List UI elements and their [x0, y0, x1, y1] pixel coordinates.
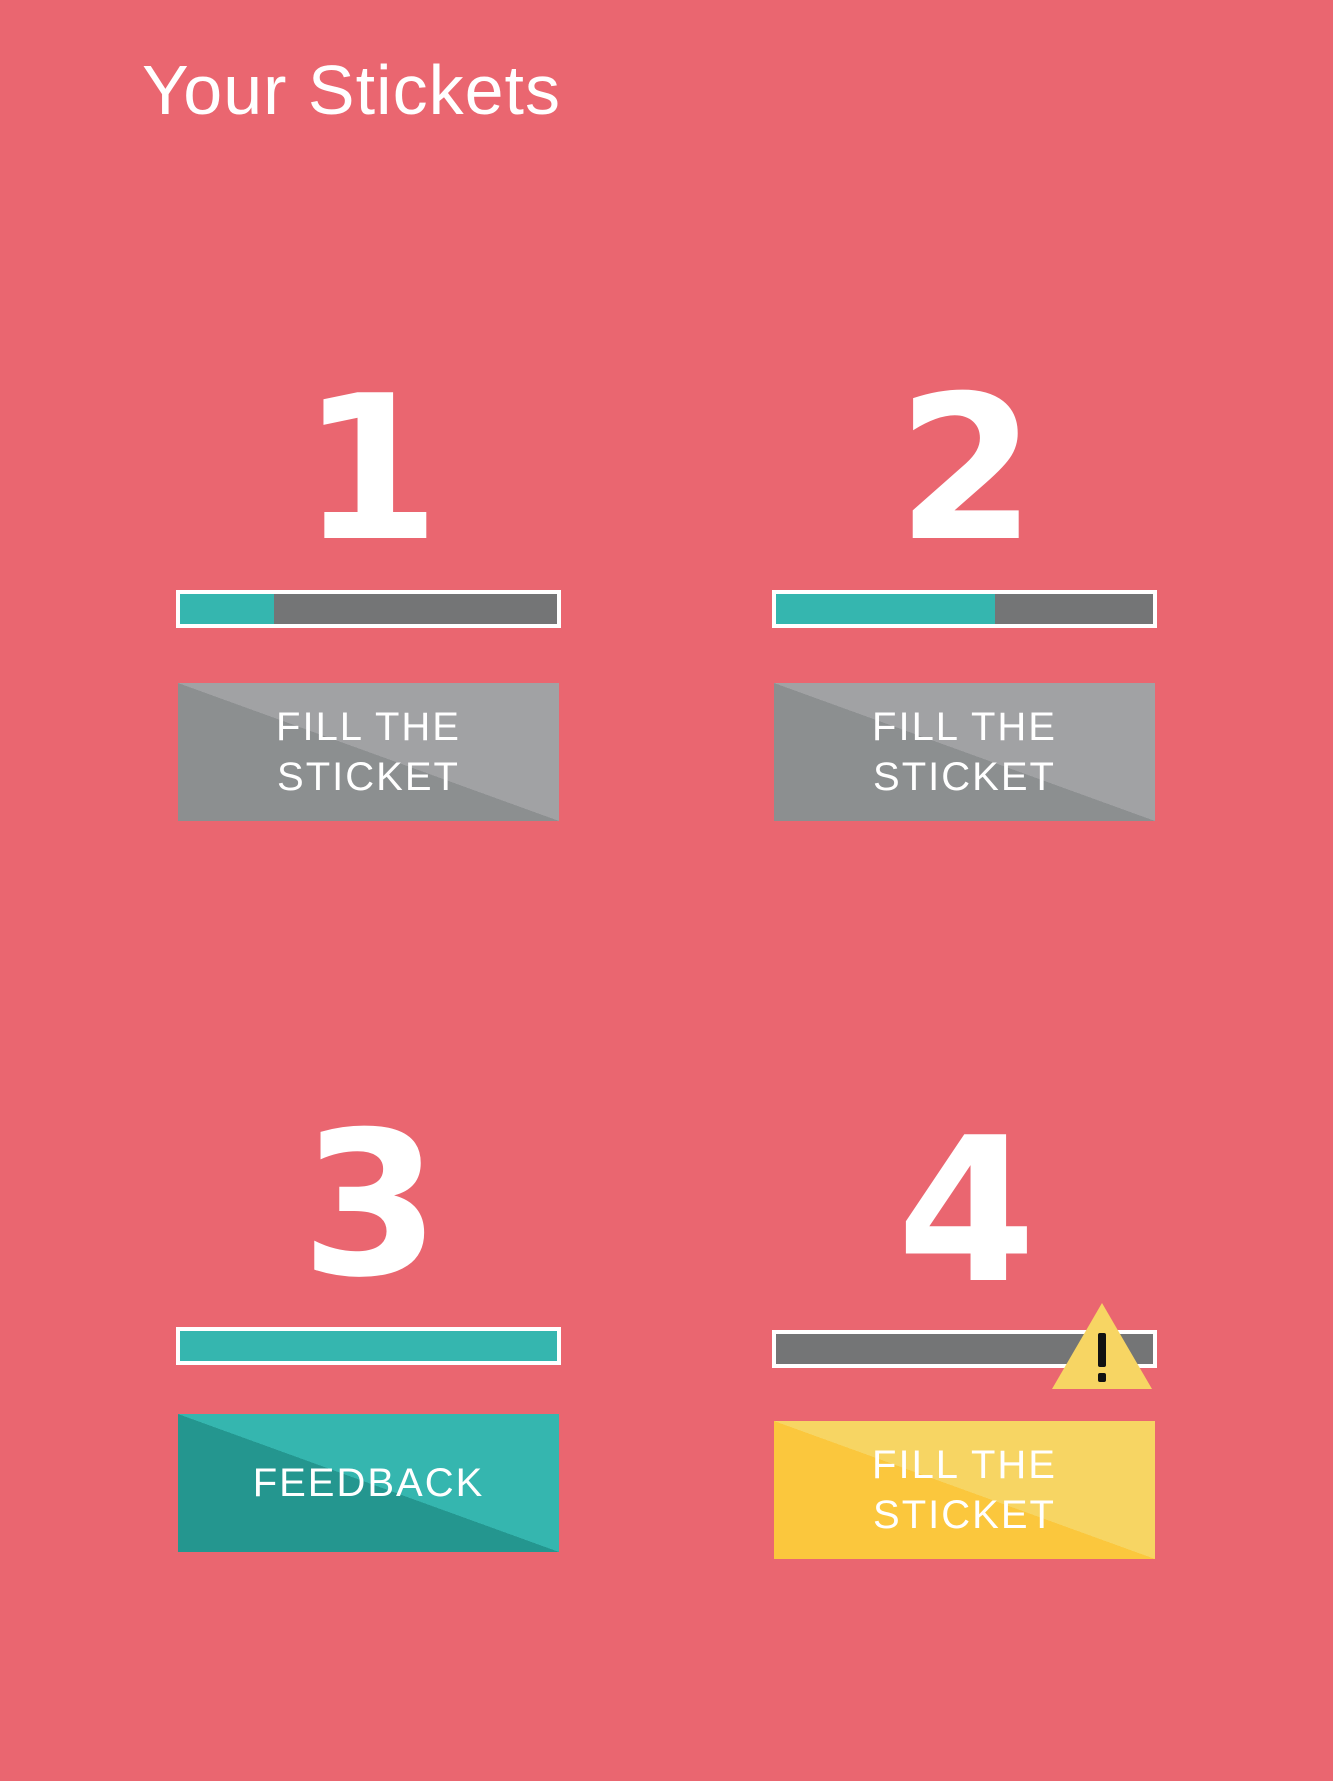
feedback-button[interactable]: FEEDBACK: [178, 1414, 559, 1552]
sticket-number: 4: [896, 1095, 1036, 1328]
button-label: FILL THE STICKET: [872, 705, 1057, 799]
progress-bar: [772, 590, 1157, 628]
button-label: FILL THE STICKET: [872, 1443, 1057, 1537]
button-label: FILL THE STICKET: [276, 705, 461, 799]
progress-fill: [776, 594, 995, 624]
fill-sticket-button[interactable]: FILL THE STICKET: [774, 1421, 1155, 1559]
sticket-number: 2: [896, 353, 1036, 586]
page-title: Your Stickets: [142, 51, 561, 129]
progress-fill: [180, 594, 275, 624]
sticket-card-3: 3 FEEDBACK: [176, 1106, 561, 1556]
sticket-card-4: 4 FILL THE STICKET: [772, 1112, 1157, 1562]
fill-sticket-button[interactable]: FILL THE STICKET: [178, 683, 559, 821]
progress-bar: [176, 590, 561, 628]
sticket-card-2: 2 FILL THE STICKET: [772, 370, 1157, 825]
sticket-number: 3: [300, 1089, 440, 1322]
progress-fill: [180, 1331, 557, 1361]
fill-sticket-button[interactable]: FILL THE STICKET: [774, 683, 1155, 821]
progress-bar: [176, 1327, 561, 1365]
sticket-card-1: 1 FILL THE STICKET: [176, 370, 561, 825]
warning-icon: [1052, 1303, 1152, 1389]
sticket-number: 1: [300, 353, 440, 586]
button-label: FEEDBACK: [252, 1461, 485, 1505]
